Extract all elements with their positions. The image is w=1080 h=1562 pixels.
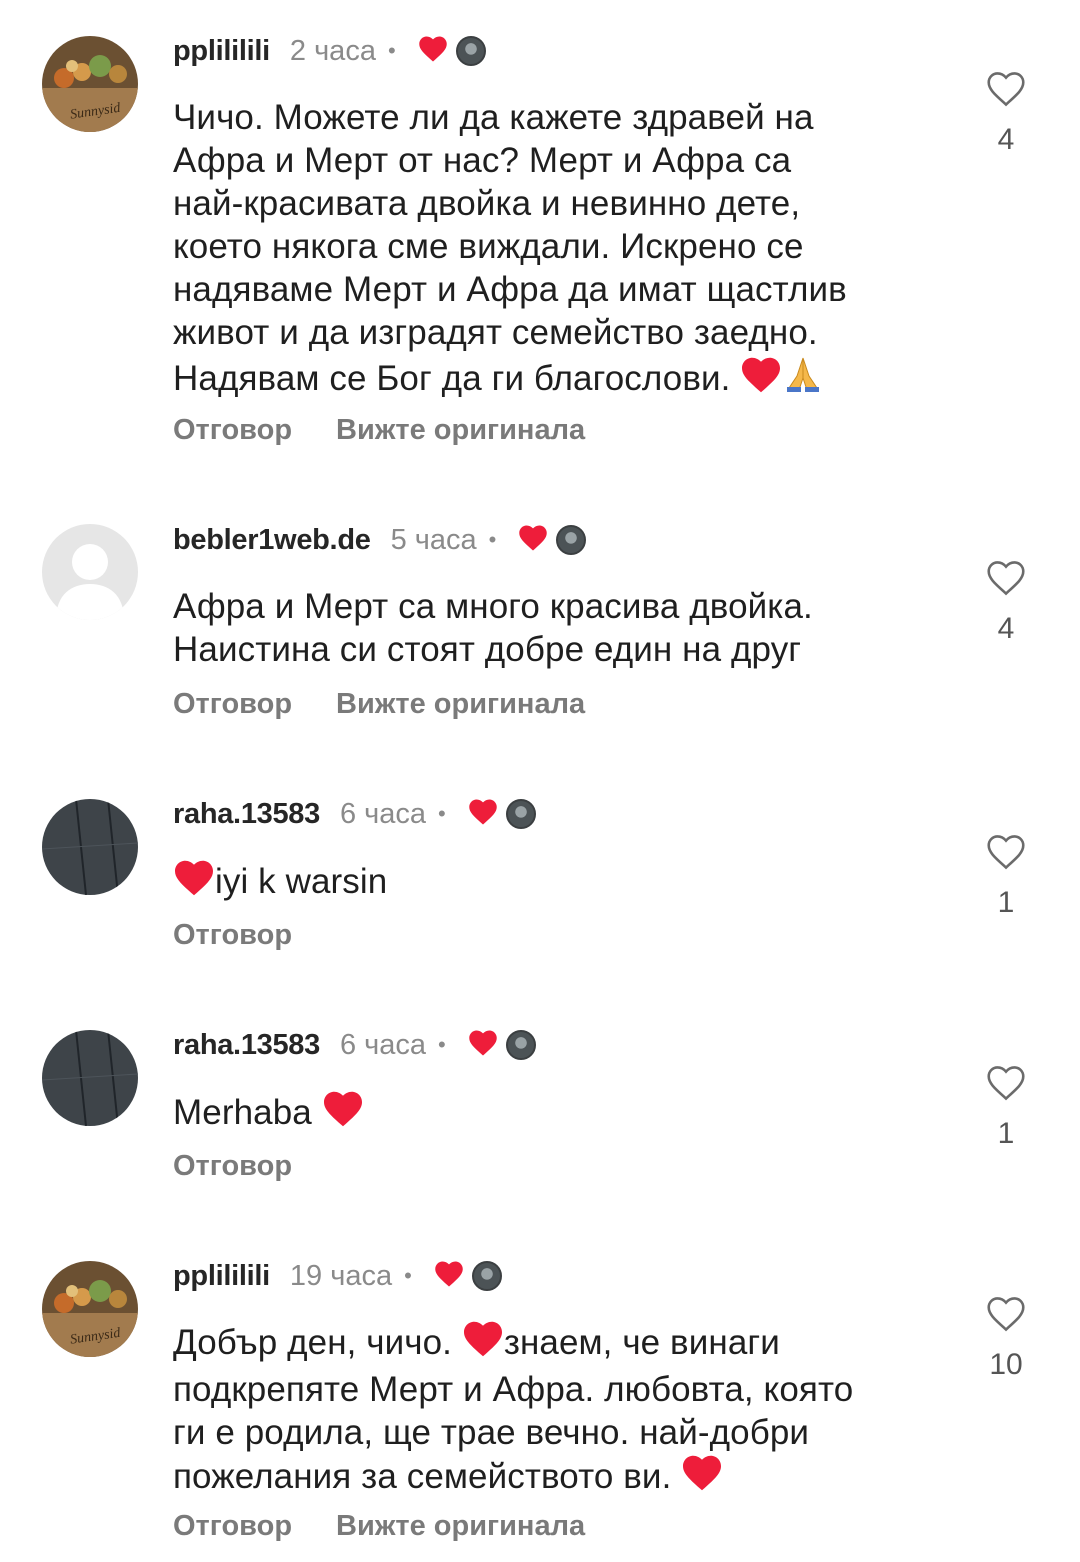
heart-outline-icon[interactable] (985, 1064, 1027, 1102)
avatar[interactable]: Sunnysid (42, 36, 138, 132)
timestamp: 6 часа (339, 797, 427, 830)
see-original-button[interactable]: Вижте оригинала (336, 1510, 585, 1543)
like-count: 10 (989, 1348, 1023, 1381)
praying-hands-emoji-icon (782, 354, 824, 404)
reply-button[interactable]: Отговор (173, 1510, 292, 1543)
sunnyside-figurines-icon: Sunnysid (42, 36, 138, 132)
username[interactable]: raha.13583 (173, 1029, 320, 1062)
see-original-button[interactable]: Вижте оригинала (336, 414, 585, 447)
comment-actions: Отговор (173, 919, 292, 952)
creator-avatar-icon (505, 799, 536, 829)
comment-meta: pplililili 2 часа • (173, 31, 486, 71)
comment-text: Чичо. Можете ли да кажете здравей на Афр… (173, 96, 933, 404)
comment-meta: bebler1web.de 5 часа • (173, 520, 587, 560)
separator-dot: • (438, 1032, 446, 1057)
separator-dot: • (387, 38, 396, 63)
comment-meta: raha.13583 6 часа • (173, 1025, 536, 1065)
like-count: 4 (997, 612, 1015, 645)
comment-actions: Отговор Вижте оригинала (173, 688, 585, 721)
comment-text: iyi k warsin (173, 859, 933, 907)
heart-outline-icon[interactable] (985, 1295, 1027, 1333)
comment-actions: Отговор (173, 1150, 292, 1183)
avatar[interactable] (42, 799, 138, 895)
creator-liked-heart-icon (418, 35, 448, 68)
heart-outline-icon[interactable] (985, 559, 1027, 597)
heart-outline-icon[interactable] (985, 70, 1027, 108)
like-count: 4 (997, 123, 1015, 156)
red-heart-emoji-icon (681, 1454, 723, 1502)
username[interactable]: pplililili (173, 1260, 270, 1293)
creator-avatar-icon (455, 36, 486, 66)
dark-sky-wires-icon (42, 1030, 138, 1126)
creator-liked-heart-icon (468, 1029, 498, 1062)
sunnyside-figurines-icon: Sunnysid (42, 1261, 138, 1357)
heart-outline-icon[interactable] (985, 833, 1027, 871)
like-count: 1 (997, 1117, 1015, 1150)
creator-avatar-icon (505, 1030, 536, 1060)
comment-text: Добър ден, чичо. знаем, че винаги подкре… (173, 1320, 933, 1502)
comment-meta: raha.13583 6 часа • (173, 794, 536, 834)
reply-button[interactable]: Отговор (173, 919, 292, 952)
avatar[interactable] (42, 1030, 138, 1126)
dark-sky-wires-icon (42, 799, 138, 895)
creator-liked-heart-icon (468, 798, 498, 831)
like-button[interactable]: 1 (970, 833, 1042, 920)
comment-text: Merhaba (173, 1090, 933, 1138)
like-count: 1 (997, 886, 1015, 919)
default-profile-icon (42, 524, 138, 620)
creator-liked-heart-icon (518, 524, 548, 557)
comment-actions: Отговор Вижте оригинала (173, 414, 585, 447)
red-heart-emoji-icon (740, 356, 782, 404)
comment-actions: Отговор Вижте оригинала (173, 1510, 585, 1543)
comment-meta: pplililili 19 часа • (173, 1256, 502, 1296)
creator-avatar-icon (471, 1261, 502, 1291)
like-button[interactable]: 10 (970, 1295, 1042, 1382)
comment-text: Афра и Мерт са много красива двойка. Наи… (173, 587, 813, 669)
avatar[interactable] (42, 524, 138, 620)
see-original-button[interactable]: Вижте оригинала (336, 688, 585, 721)
reply-button[interactable]: Отговор (173, 688, 292, 721)
creator-liked-heart-icon (434, 1260, 464, 1293)
username[interactable]: bebler1web.de (173, 524, 371, 557)
username[interactable]: raha.13583 (173, 798, 320, 831)
separator-dot: • (438, 801, 446, 826)
separator-dot: • (488, 527, 497, 552)
red-heart-emoji-icon (462, 1320, 504, 1368)
reply-button[interactable]: Отговор (173, 414, 292, 447)
timestamp: 2 часа (289, 34, 376, 67)
timestamp: 19 часа (289, 1259, 393, 1292)
timestamp: 6 часа (339, 1028, 427, 1061)
like-button[interactable]: 4 (970, 559, 1042, 646)
timestamp: 5 часа (390, 523, 477, 556)
separator-dot: • (404, 1263, 412, 1288)
red-heart-emoji-icon (322, 1090, 364, 1138)
avatar[interactable]: Sunnysid (42, 1261, 138, 1357)
reply-button[interactable]: Отговор (173, 1150, 292, 1183)
creator-avatar-icon (556, 525, 587, 555)
red-heart-emoji-icon (173, 859, 215, 907)
username[interactable]: pplililili (173, 35, 270, 68)
like-button[interactable]: 1 (970, 1064, 1042, 1151)
like-button[interactable]: 4 (970, 70, 1042, 157)
